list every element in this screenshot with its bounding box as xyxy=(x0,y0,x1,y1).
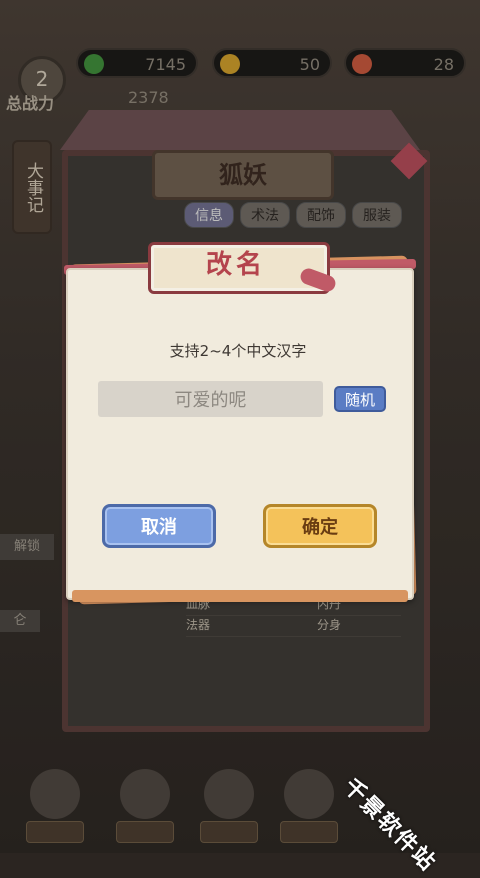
name-input[interactable] xyxy=(98,381,323,417)
cancel-button[interactable]: 取消 xyxy=(102,504,216,548)
name-hint: 支持2~4个中文汉字 xyxy=(169,342,307,360)
random-name-button[interactable]: 随机 xyxy=(334,386,386,412)
rename-dialog xyxy=(66,268,414,600)
confirm-button[interactable]: 确定 xyxy=(263,504,377,548)
dialog-foot xyxy=(72,590,408,602)
dialog-title: 改名 xyxy=(205,250,266,280)
